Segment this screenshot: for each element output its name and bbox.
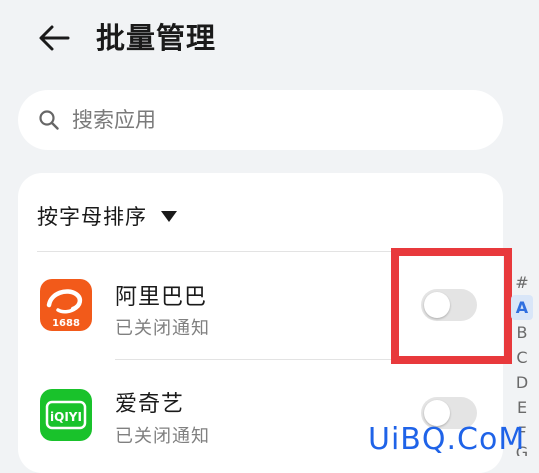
index-letter-a[interactable]: A: [511, 295, 533, 320]
icon-label: 1688: [52, 318, 80, 329]
arrow-left-icon: [39, 25, 70, 51]
search-bar[interactable]: [18, 90, 503, 150]
alibaba-logo: 1688: [46, 289, 83, 329]
page-title: 批量管理: [96, 21, 217, 55]
index-letter-hash[interactable]: #: [511, 270, 533, 295]
app-name: 阿里巴巴: [115, 285, 208, 310]
alibaba-1688-icon: 1688: [40, 279, 92, 331]
index-letter-d[interactable]: D: [511, 370, 533, 395]
sort-label: 按字母排序: [37, 205, 147, 229]
header: 批量管理: [0, 0, 539, 76]
iqiyi-logo: iQIYI: [45, 400, 87, 430]
app-status: 已关闭通知: [115, 318, 210, 339]
index-letter-e[interactable]: E: [511, 395, 533, 420]
app-name: 爱奇艺: [115, 392, 185, 417]
search-input[interactable]: [72, 90, 482, 150]
sort-dropdown[interactable]: 按字母排序: [37, 199, 177, 233]
caret-down-icon: [161, 210, 177, 222]
app-status: 已关闭通知: [115, 426, 210, 447]
index-letter-b[interactable]: B: [511, 320, 533, 345]
icon-label: iQIYI: [50, 410, 82, 424]
back-button[interactable]: [30, 18, 78, 58]
highlight-box: [391, 248, 512, 364]
iqiyi-icon: iQIYI: [40, 389, 92, 441]
index-letter-c[interactable]: C: [511, 345, 533, 370]
watermark: UiBQ.CoM: [368, 422, 526, 457]
search-icon: [39, 110, 59, 130]
